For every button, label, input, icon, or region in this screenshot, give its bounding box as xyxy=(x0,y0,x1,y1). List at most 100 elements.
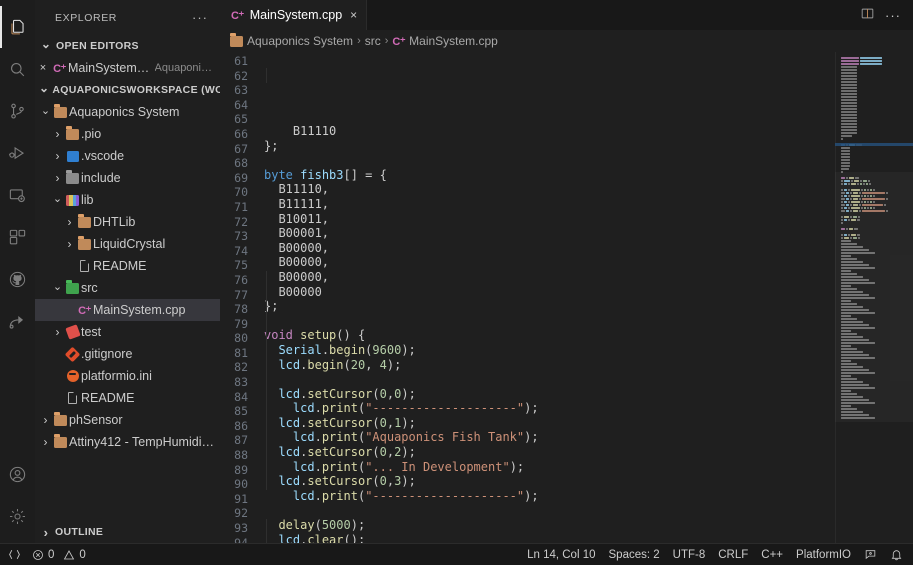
bell-icon[interactable] xyxy=(890,548,903,561)
activity-item-source-control[interactable] xyxy=(0,90,35,132)
chevron-right-icon[interactable] xyxy=(63,237,76,251)
activity-item-accounts[interactable] xyxy=(0,453,35,495)
warning-triangle-icon xyxy=(64,549,75,559)
chevron-right-icon[interactable] xyxy=(39,413,52,427)
status-bar: 0 0 Ln 14, Col 10 Spaces: 2 UTF-8 CRLF C… xyxy=(0,543,913,565)
eol-setting[interactable]: CRLF xyxy=(718,549,748,561)
error-count: 0 xyxy=(48,548,55,561)
chevron-right-icon[interactable] xyxy=(63,215,76,229)
sidebar-title: EXPLORER xyxy=(55,11,117,24)
open-editor-label: MainSystem.cpp xyxy=(68,61,150,75)
line-number: 82 xyxy=(234,360,248,375)
line-number: 79 xyxy=(234,316,248,331)
code-token: lcd xyxy=(278,386,301,401)
line-number: 81 xyxy=(234,345,248,360)
section-workspace[interactable]: AQUAPONICSWORKSPACE (WORKSPA... xyxy=(35,79,220,101)
minimap[interactable] xyxy=(835,52,913,543)
chevron-down-icon[interactable] xyxy=(39,106,52,119)
code-token: ); xyxy=(401,445,416,460)
platformio-status[interactable]: PlatformIO xyxy=(796,549,851,561)
remote-indicator[interactable] xyxy=(8,548,21,561)
activity-item-run-debug[interactable] xyxy=(0,132,35,174)
error-circle-icon xyxy=(33,549,43,560)
indentation-setting[interactable]: Spaces: 2 xyxy=(609,549,660,561)
activity-item-settings[interactable] xyxy=(0,495,35,537)
tree-item-readme[interactable]: README xyxy=(35,255,220,277)
problems-indicator[interactable]: 0 0 xyxy=(32,549,86,561)
section-open-editors[interactable]: OPEN EDITORS xyxy=(35,35,220,57)
code-line: lcd.setCursor(0,2); xyxy=(264,445,835,460)
code-token: lcd xyxy=(292,430,315,445)
chevron-down-icon[interactable] xyxy=(51,194,64,207)
code-content[interactable]: B11110}; byte fishb3[] = { B11110, B1111… xyxy=(260,52,835,543)
code-token: ); xyxy=(524,430,539,445)
tree-item-mainsystem-cpp[interactable]: C⁺ MainSystem.cpp xyxy=(35,299,220,321)
tree-item-pio[interactable]: .pio xyxy=(35,123,220,145)
close-icon[interactable]: × xyxy=(35,62,51,74)
code-token: 4 xyxy=(379,357,387,372)
tree-item-aquaponics-system[interactable]: Aquaponics System xyxy=(35,101,220,123)
feedback-icon[interactable] xyxy=(864,548,877,561)
code-token: lcd xyxy=(292,488,315,503)
code-token: lcd xyxy=(278,445,301,460)
line-number: 67 xyxy=(234,141,248,156)
code-line: B00000, xyxy=(264,255,835,270)
code-line: lcd.print("... In Development"); xyxy=(264,460,835,475)
code-editor[interactable]: 61 62 63 64 65 66 67 68 69 70 71 72 73 74 75 76 77 78 79 80… xyxy=(220,52,913,543)
tab-mainsystem-cpp[interactable]: C⁺ MainSystem.cpp × xyxy=(220,0,368,30)
activity-item-extensions[interactable] xyxy=(0,216,35,258)
breadcrumb-item-src[interactable]: src xyxy=(365,34,381,48)
code-token: ( xyxy=(314,518,322,533)
close-icon[interactable]: × xyxy=(350,8,357,22)
code-token: print xyxy=(321,459,358,474)
chevron-right-icon[interactable] xyxy=(51,171,64,185)
code-token: ); xyxy=(524,401,539,416)
code-token: ( xyxy=(343,357,351,372)
tree-item-include[interactable]: include xyxy=(35,167,220,189)
tree-item-label: src xyxy=(81,281,98,295)
tree-item-platformio-ini[interactable]: platformio.ini xyxy=(35,365,220,387)
tree-item-liquidcrystal[interactable]: LiquidCrystal xyxy=(35,233,220,255)
tree-item-attiny412-temphumiditys[interactable]: Attiny412 - TempHumidityS... xyxy=(35,431,220,453)
chevron-right-icon[interactable] xyxy=(39,435,52,449)
editor-position[interactable]: Ln 14, Col 10 xyxy=(527,549,595,561)
split-editor-icon[interactable] xyxy=(860,6,875,24)
activity-item-share[interactable] xyxy=(0,300,35,342)
tree-item-test[interactable]: test xyxy=(35,321,220,343)
chevron-down-icon[interactable] xyxy=(51,282,64,295)
line-number: 84 xyxy=(234,389,248,404)
chevron-right-icon[interactable] xyxy=(51,325,64,339)
code-line: lcd.setCursor(0,0); xyxy=(264,387,835,402)
encoding-setting[interactable]: UTF-8 xyxy=(673,549,706,561)
tree-item-label: phSensor xyxy=(69,413,123,427)
code-token: 20 xyxy=(350,357,366,372)
code-line: Serial.begin(9600); xyxy=(264,343,835,358)
minimap-slider[interactable] xyxy=(835,172,913,422)
editor-more-actions-icon[interactable]: ··· xyxy=(885,8,901,23)
code-token: 0 xyxy=(379,415,387,430)
tree-item-vscode[interactable]: .vscode xyxy=(35,145,220,167)
activity-item-remote-explorer[interactable] xyxy=(0,174,35,216)
breadcrumb-item-project[interactable]: Aquaponics System xyxy=(230,34,353,48)
language-mode[interactable]: C++ xyxy=(761,549,783,561)
code-token: 0 xyxy=(379,445,387,460)
tree-item-readme[interactable]: README xyxy=(35,387,220,409)
code-line: B11110 xyxy=(264,124,835,139)
code-line: }; xyxy=(264,139,835,154)
tree-item-gitignore[interactable]: .gitignore xyxy=(35,343,220,365)
chevron-right-icon[interactable] xyxy=(51,127,64,141)
open-editor-item[interactable]: × C⁺ MainSystem.cpp Aquaponics ... xyxy=(35,57,220,79)
activity-item-explorer[interactable] xyxy=(0,6,35,48)
breadcrumb-item-file[interactable]: C⁺ MainSystem.cpp xyxy=(392,34,497,48)
sidebar-more-actions-icon[interactable]: ··· xyxy=(192,10,212,25)
tree-item-phsensor[interactable]: phSensor xyxy=(35,409,220,431)
tree-item-dhtlib[interactable]: DHTLib xyxy=(35,211,220,233)
file-tree: Aquaponics System .pio .vscode include lib DH… xyxy=(35,101,220,453)
section-outline[interactable]: OUTLINE xyxy=(35,521,220,543)
tree-item-src[interactable]: src xyxy=(35,277,220,299)
tree-item-label: Aquaponics System xyxy=(69,105,180,119)
activity-item-github[interactable] xyxy=(0,258,35,300)
tree-item-lib[interactable]: lib xyxy=(35,189,220,211)
activity-item-search[interactable] xyxy=(0,48,35,90)
chevron-right-icon[interactable] xyxy=(51,149,64,163)
